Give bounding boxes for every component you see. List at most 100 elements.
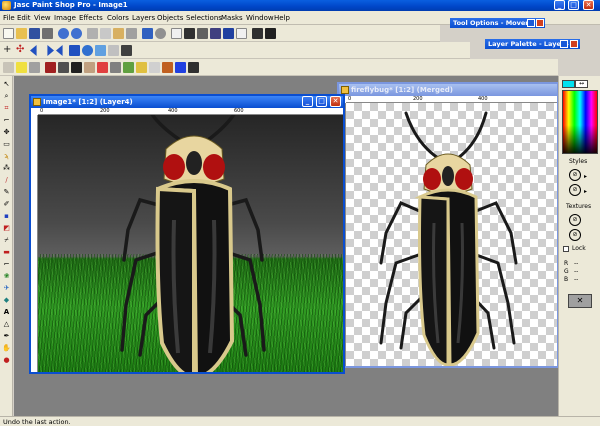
texture-bg-icon[interactable]: ⊘ xyxy=(569,229,581,241)
menu-file[interactable]: File xyxy=(3,14,15,22)
globe-icon[interactable] xyxy=(82,45,93,56)
tool-options-close-icon[interactable] xyxy=(536,19,544,27)
retouch-icon[interactable]: ◩ xyxy=(2,224,11,233)
layer-palette-menu-icon[interactable] xyxy=(560,40,568,48)
save-icon[interactable] xyxy=(29,28,40,39)
pan-tool-icon[interactable]: ↖ xyxy=(2,80,11,89)
document-close-button[interactable]: ✕ xyxy=(330,96,341,107)
clone-brush-icon[interactable]: ✐ xyxy=(2,200,11,209)
deform-tool-icon[interactable]: ⌗ xyxy=(2,104,11,113)
browse-icon[interactable] xyxy=(142,28,153,39)
foreground-swatch[interactable] xyxy=(562,80,575,88)
pen-tool-icon[interactable]: ✒ xyxy=(2,332,11,341)
color-balance-icon[interactable] xyxy=(197,28,208,39)
tool-options-menu-icon[interactable] xyxy=(527,19,535,27)
arrow-right-icon[interactable] xyxy=(47,45,54,56)
paste-icon[interactable] xyxy=(113,28,124,39)
freehand-select-icon[interactable]: ϡ xyxy=(2,152,11,161)
redo-icon[interactable] xyxy=(71,28,82,39)
print-icon[interactable] xyxy=(42,28,53,39)
effect-7-icon[interactable] xyxy=(123,62,134,73)
tool-options-toggle-icon[interactable] xyxy=(236,28,247,39)
picture-tube-icon[interactable]: ❀ xyxy=(2,272,11,281)
close-button[interactable]: ✕ xyxy=(583,0,594,10)
effect-8-icon[interactable] xyxy=(136,62,147,73)
document-maximize-button[interactable]: □ xyxy=(316,96,327,107)
style-bg-dropdown-icon[interactable]: ▸ xyxy=(584,188,587,195)
menu-window[interactable]: Window xyxy=(246,14,274,22)
menu-colors[interactable]: Colors xyxy=(107,14,129,22)
effect-9-icon[interactable] xyxy=(149,62,160,73)
copy-icon[interactable] xyxy=(100,28,111,39)
document-window-fireflybug[interactable]: fireflybug* [1:2] (Merged) 0 200 400 xyxy=(337,82,559,368)
layers-toggle-icon[interactable] xyxy=(210,28,221,39)
effect-10-icon[interactable] xyxy=(162,62,173,73)
document-minimize-button[interactable]: _ xyxy=(302,96,313,107)
scratch-remover-icon[interactable]: ⌿ xyxy=(2,236,11,245)
slicer-icon[interactable] xyxy=(108,45,119,56)
overview-icon[interactable] xyxy=(223,28,234,39)
lock-checkbox[interactable] xyxy=(563,246,569,252)
crop-icon[interactable] xyxy=(171,28,182,39)
filter-icon[interactable] xyxy=(29,62,40,73)
color-replacer-icon[interactable]: ▪ xyxy=(2,212,11,221)
image-map-icon[interactable] xyxy=(95,45,106,56)
rollover-icon[interactable] xyxy=(121,45,132,56)
preset-shapes-icon[interactable]: △ xyxy=(2,320,11,329)
current-color-preview-icon[interactable]: ✕ xyxy=(568,294,592,308)
menu-view[interactable]: View xyxy=(34,14,51,22)
layer-palette-close-icon[interactable] xyxy=(570,40,578,48)
scan-icon[interactable] xyxy=(155,28,166,39)
effect-1-icon[interactable] xyxy=(45,62,56,73)
flood-fill-icon[interactable]: ◆ xyxy=(2,296,11,305)
arrow-left-icon[interactable] xyxy=(30,45,37,56)
document-titlebar[interactable]: fireflybug* [1:2] (Merged) xyxy=(339,84,557,96)
image-canvas[interactable] xyxy=(38,115,343,372)
crosshair-icon[interactable]: + xyxy=(3,45,14,56)
menu-effects[interactable]: Effects xyxy=(79,14,103,22)
text-tool-icon[interactable]: A xyxy=(2,308,11,317)
effect-3-icon[interactable] xyxy=(71,62,82,73)
color-picker-spectrum[interactable] xyxy=(562,90,598,154)
minimize-button[interactable]: _ xyxy=(554,0,565,10)
document-titlebar[interactable]: Image1* [1:2] (Layer4) _ □ ✕ xyxy=(31,96,343,108)
airbrush-icon[interactable]: ✈ xyxy=(2,284,11,293)
effect-12-icon[interactable] xyxy=(188,62,199,73)
crop-tool-icon[interactable]: ⌐ xyxy=(2,116,11,125)
background-eraser-icon[interactable]: ⌐ xyxy=(2,260,11,269)
undo-icon[interactable] xyxy=(58,28,69,39)
menu-edit[interactable]: Edit xyxy=(17,14,31,22)
menu-layers[interactable]: Layers xyxy=(132,14,155,22)
paint-brush-icon[interactable]: ✎ xyxy=(2,188,11,197)
new-file-icon[interactable] xyxy=(3,28,14,39)
tool-options-panel-title[interactable]: Tool Options - Mover xyxy=(450,18,545,28)
mover-tool-icon[interactable]: ✥ xyxy=(2,128,11,137)
move-icon[interactable]: ✣ xyxy=(16,45,27,56)
style-fg-icon[interactable]: ⊘ xyxy=(569,169,581,181)
delete-icon[interactable] xyxy=(126,28,137,39)
help-pointer-icon[interactable] xyxy=(252,28,263,39)
image-canvas[interactable] xyxy=(346,103,557,366)
object-selector-icon[interactable]: ✋ xyxy=(2,344,11,353)
selection-tool-icon[interactable]: ▭ xyxy=(2,140,11,149)
arrow-back-icon[interactable] xyxy=(56,45,63,56)
arrow-forward-icon[interactable] xyxy=(69,45,80,56)
color-swatch-icon[interactable]: ● xyxy=(2,356,11,365)
lock-icon[interactable] xyxy=(265,28,276,39)
highlight-icon[interactable] xyxy=(16,62,27,73)
effect-11-icon[interactable] xyxy=(175,62,186,73)
effect-6-icon[interactable] xyxy=(110,62,121,73)
texture-fg-icon[interactable]: ⊘ xyxy=(569,214,581,226)
style-bg-icon[interactable]: ⊘ xyxy=(569,184,581,196)
menu-help[interactable]: Help xyxy=(274,14,290,22)
magic-wand-icon[interactable]: ⁂ xyxy=(2,164,11,173)
menu-masks[interactable]: Masks xyxy=(221,14,243,22)
menu-objects[interactable]: Objects xyxy=(157,14,183,22)
effect-2-icon[interactable] xyxy=(58,62,69,73)
histogram-icon[interactable] xyxy=(184,28,195,39)
document-window-image1[interactable]: Image1* [1:2] (Layer4) _ □ ✕ 0 200 400 6… xyxy=(29,94,345,374)
effect-5-icon[interactable] xyxy=(97,62,108,73)
style-dropdown-icon[interactable]: ▸ xyxy=(584,173,587,180)
menu-selections[interactable]: Selections xyxy=(186,14,222,22)
layer-palette-panel-title[interactable]: Layer Palette - Layer4 xyxy=(485,39,580,49)
